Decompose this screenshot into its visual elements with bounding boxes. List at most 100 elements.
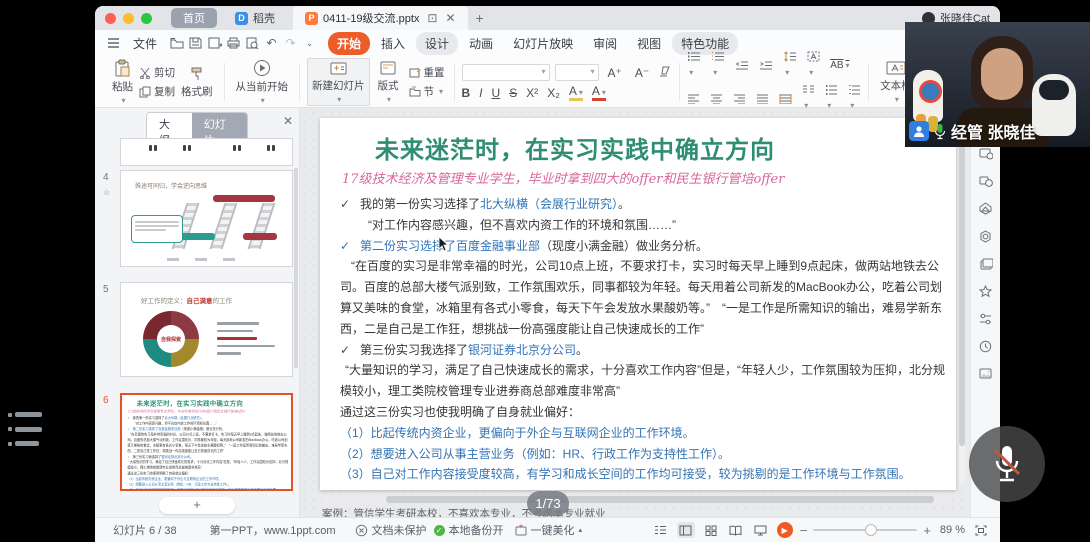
- save-icon[interactable]: [187, 35, 204, 51]
- slide-sorter-icon[interactable]: [702, 522, 720, 538]
- font-family-select[interactable]: [462, 64, 550, 81]
- menu-file[interactable]: 文件: [124, 32, 166, 55]
- close-window-button[interactable]: [105, 13, 116, 24]
- subscript-button[interactable]: X₂: [547, 86, 560, 100]
- slide-subtitle[interactable]: 17级技术经济及管理专业学生，毕业时拿到四大的offer和民生银行管培offer: [128, 408, 246, 413]
- cut-button[interactable]: 剪切: [137, 64, 177, 81]
- character-spacing-button[interactable]: AB: [830, 60, 849, 71]
- minimize-window-button[interactable]: [123, 13, 134, 24]
- undo-icon[interactable]: ↶: [263, 35, 280, 51]
- strikethrough-button[interactable]: S: [509, 86, 517, 100]
- thumbnail-slide-6-selected[interactable]: 未来迷茫时，在实习实践中确立方向 17级技术经济及管理专业学生，毕业时拿到四大的…: [120, 393, 293, 491]
- zoom-slider-knob[interactable]: [865, 524, 877, 536]
- section-button[interactable]: 节: [407, 83, 447, 100]
- protection-status[interactable]: 文档未保护: [355, 522, 427, 538]
- export-pdf-icon[interactable]: [206, 35, 223, 51]
- highlight-color-button[interactable]: A: [569, 86, 583, 101]
- new-tab-button[interactable]: +: [476, 10, 484, 26]
- menu-start[interactable]: 开始: [328, 32, 370, 55]
- text-direction-icon[interactable]: [807, 51, 820, 80]
- history-icon[interactable]: [979, 340, 992, 356]
- panel-scrollbar[interactable]: [294, 168, 298, 368]
- panel-close-icon[interactable]: ✕: [283, 114, 293, 128]
- menu-slideshow[interactable]: 幻灯片放映: [504, 32, 582, 55]
- open-file-icon[interactable]: [168, 35, 185, 51]
- slide-title[interactable]: 未来迷茫时，在实习实践中确立方向: [375, 130, 775, 165]
- layout-button[interactable]: 版式: [374, 59, 403, 105]
- zoom-slider[interactable]: [813, 529, 917, 531]
- vertical-scrollbar[interactable]: [959, 116, 965, 484]
- zoom-window-button[interactable]: [141, 13, 152, 24]
- menu-insert[interactable]: 插入: [372, 32, 414, 55]
- italic-button[interactable]: I: [479, 86, 482, 100]
- hamburger-menu-icon[interactable]: [105, 35, 122, 51]
- thumbnail-slide-4[interactable]: 殊途可同归，学会逆向思维: [120, 170, 293, 267]
- slide-title[interactable]: 未来迷茫时，在实习实践中确立方向: [137, 398, 243, 407]
- tab-docer[interactable]: D 稻壳: [223, 8, 287, 28]
- align-right-icon[interactable]: [733, 94, 746, 104]
- menu-view[interactable]: 视图: [628, 32, 670, 55]
- line-spacing-icon[interactable]: [783, 51, 797, 80]
- 3d-object-icon[interactable]: [979, 202, 992, 218]
- print-preview-icon[interactable]: [244, 35, 261, 51]
- format-painter-button[interactable]: 格式刷: [177, 65, 217, 100]
- underline-button[interactable]: U: [492, 86, 501, 100]
- increase-indent-icon[interactable]: [759, 60, 773, 71]
- grow-font-button[interactable]: A⁺: [604, 66, 626, 80]
- shapes-pane-icon[interactable]: [979, 175, 993, 190]
- slide-subtitle[interactable]: 17级技术经济及管理专业学生，毕业时拿到四大的offer和民生银行管培offer: [342, 168, 784, 187]
- horizontal-scrollbar[interactable]: [322, 496, 952, 503]
- thumbnail-slide-3-partial[interactable]: [120, 138, 293, 166]
- menu-animation[interactable]: 动画: [460, 32, 502, 55]
- shrink-font-button[interactable]: A⁻: [631, 66, 653, 80]
- slide-body-text[interactable]: ✓我的第一份实习选择了北大纵横（会展行业研究）。 “对工作内容感兴趣，但不喜欢内…: [127, 415, 290, 489]
- superscript-button[interactable]: X²: [526, 86, 538, 100]
- adjust-sliders-icon[interactable]: [979, 313, 992, 328]
- reset-button[interactable]: 重置: [407, 64, 447, 81]
- smart-tools-icon[interactable]: [979, 230, 992, 246]
- close-tab-icon[interactable]: ✕: [445, 11, 455, 25]
- effects-star-icon[interactable]: [979, 285, 992, 301]
- photo-album-icon[interactable]: [979, 258, 993, 273]
- align-left-icon[interactable]: [687, 94, 700, 104]
- outline-view-icon[interactable]: [652, 522, 670, 538]
- mute-microphone-button[interactable]: [969, 426, 1045, 502]
- floating-list-tool-icon[interactable]: [6, 408, 44, 450]
- play-from-current-button[interactable]: 从当前开始: [232, 58, 293, 106]
- current-slide[interactable]: 未来迷茫时，在实习实践中确立方向 17级技术经济及管理专业学生，毕业时拿到四大的…: [320, 118, 956, 490]
- animation-pane-icon[interactable]: [979, 148, 993, 163]
- align-center-icon[interactable]: [710, 94, 723, 104]
- font-color-button[interactable]: A: [592, 86, 606, 101]
- share-screen-icon[interactable]: ⊡: [427, 11, 437, 25]
- font-size-select[interactable]: [555, 64, 599, 81]
- new-slide-button[interactable]: 新建幻灯片: [307, 58, 370, 106]
- slide-body-text[interactable]: ✓我的第一份实习选择了北大纵横（会展行业研究）。 “对工作内容感兴趣，但不喜欢内…: [340, 194, 952, 485]
- menu-review[interactable]: 审阅: [584, 32, 626, 55]
- image-pane-icon[interactable]: [979, 368, 993, 383]
- thumbnail-slide-5[interactable]: 好工作的定义：自己满意的工作 自我探索: [120, 282, 293, 377]
- distribute-text-icon[interactable]: [779, 94, 792, 104]
- present-to-screen-icon[interactable]: [752, 522, 770, 538]
- fit-slide-icon[interactable]: [972, 522, 990, 538]
- redo-icon[interactable]: ↷: [282, 35, 299, 51]
- menu-design[interactable]: 设计: [416, 32, 458, 55]
- normal-view-icon[interactable]: [677, 522, 695, 538]
- reading-view-icon[interactable]: [727, 522, 745, 538]
- print-icon[interactable]: [225, 35, 242, 51]
- justify-icon[interactable]: [756, 94, 769, 104]
- more-commands-icon[interactable]: ⌄: [301, 35, 318, 51]
- clear-format-icon[interactable]: [658, 64, 672, 82]
- bullet-list-icon[interactable]: [687, 51, 701, 80]
- paste-button[interactable]: 粘贴: [108, 58, 137, 106]
- numbered-list-icon[interactable]: [711, 51, 725, 80]
- slideshow-play-button[interactable]: ▶: [777, 522, 793, 538]
- add-slide-button[interactable]: +: [159, 497, 235, 514]
- decrease-indent-icon[interactable]: [735, 60, 749, 71]
- copy-button[interactable]: 复制: [137, 83, 177, 100]
- tab-home[interactable]: 首页: [171, 8, 217, 28]
- zoom-out-button[interactable]: −: [800, 523, 808, 538]
- beautify-button[interactable]: 一键美化▴: [515, 522, 583, 538]
- zoom-in-button[interactable]: +: [923, 523, 931, 538]
- tab-document[interactable]: P 0411-19级交流.pptx ⊡ ✕: [293, 6, 468, 30]
- backup-status[interactable]: ✓ 本地备份开: [434, 522, 504, 538]
